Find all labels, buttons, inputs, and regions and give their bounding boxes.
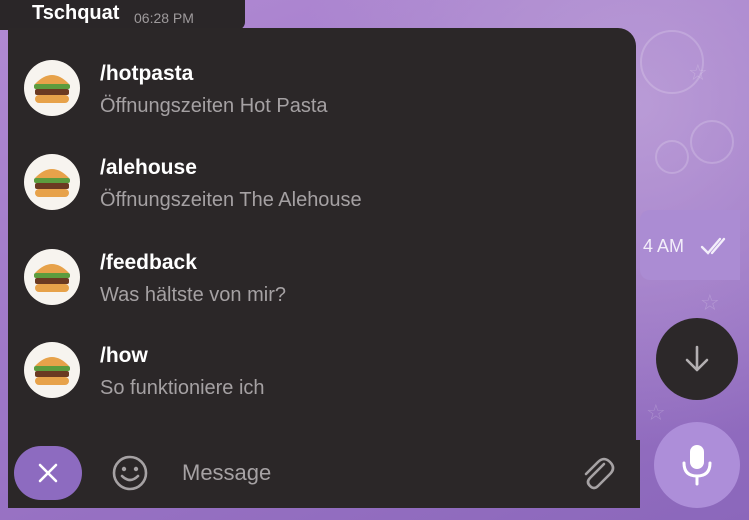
command-description: Öffnungszeiten Hot Pasta [100, 95, 328, 117]
message-time: 06:28 PM [134, 10, 194, 26]
voice-message-button[interactable] [654, 422, 740, 508]
bot-avatar [24, 154, 80, 210]
command-description: So funktioniere ich [100, 377, 265, 399]
hamburger-icon [34, 75, 70, 103]
bot-avatar [24, 249, 80, 305]
emoji-icon[interactable] [108, 451, 152, 495]
hamburger-icon [34, 169, 70, 197]
wallpaper-doodle [690, 120, 734, 164]
hamburger-icon [34, 264, 70, 292]
wallpaper-doodle [655, 140, 689, 174]
bot-avatar [24, 342, 80, 398]
command-name: /alehouse [100, 156, 197, 179]
scroll-to-bottom-button[interactable] [656, 318, 738, 400]
command-name: /feedback [100, 251, 197, 274]
wallpaper-star-icon: ☆ [688, 60, 708, 85]
close-icon [38, 463, 58, 483]
command-item-hotpasta[interactable]: /hotpasta Öffnungszeiten Hot Pasta [8, 28, 636, 122]
wallpaper-star-icon: ☆ [700, 290, 720, 315]
command-item-feedback[interactable]: /feedback Was hältste von mir? [8, 217, 636, 311]
outgoing-message-time: 4 AM [643, 236, 685, 256]
bot-avatar [24, 60, 80, 116]
message-input[interactable] [174, 452, 570, 494]
command-name: /how [100, 344, 148, 367]
wallpaper-star-icon: ☆ [646, 400, 666, 425]
command-item-alehouse[interactable]: /alehouse Öffnungszeiten The Alehouse [8, 122, 636, 216]
close-commands-button[interactable] [14, 446, 82, 500]
command-description: Was hältste von mir? [100, 284, 286, 306]
previous-message-header: Tschquat 06:28 PM [0, 0, 245, 30]
arrow-down-icon [685, 345, 709, 372]
command-description: Öffnungszeiten The Alehouse [100, 189, 362, 211]
double-check-icon [700, 237, 726, 255]
bot-command-suggestions: /hotpasta Öffnungszeiten Hot Pasta /aleh… [8, 28, 636, 440]
command-name: /hotpasta [100, 62, 194, 85]
microphone-icon [682, 445, 712, 486]
message-composer [8, 440, 640, 508]
hamburger-icon [34, 357, 70, 385]
command-item-how[interactable]: /how So funktioniere ich [8, 310, 636, 404]
sender-name: Tschquat [32, 2, 120, 24]
paperclip-icon[interactable] [574, 450, 618, 496]
